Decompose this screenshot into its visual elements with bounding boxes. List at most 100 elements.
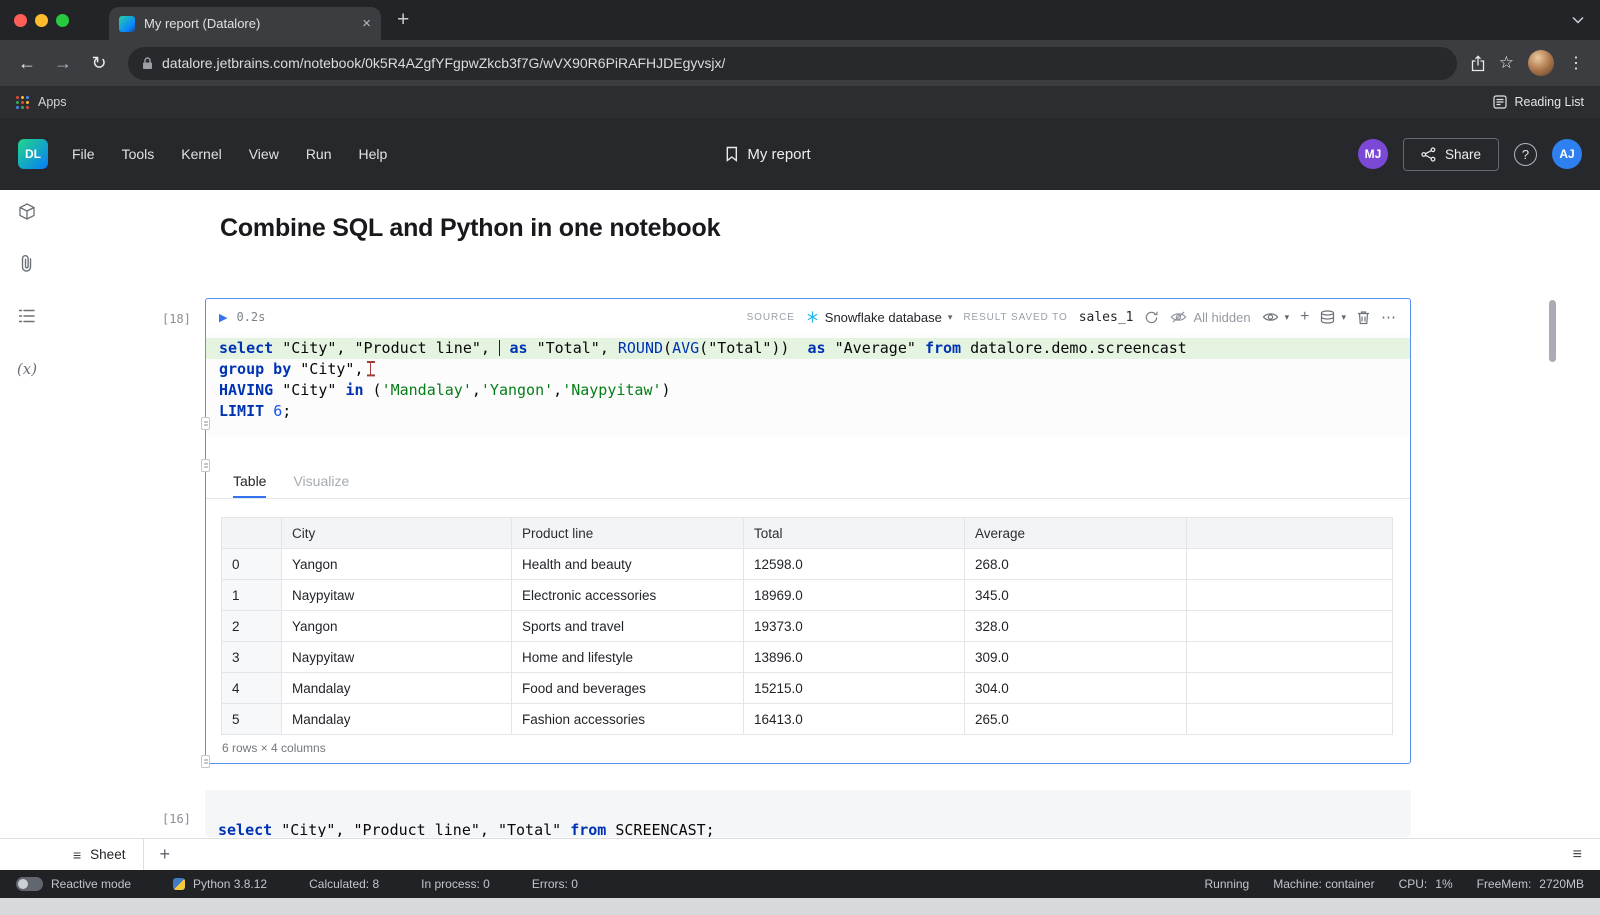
sql-editor[interactable]: select "City", "Product line", as "Total… xyxy=(206,335,1410,436)
row-index-cell: 2 xyxy=(222,611,282,642)
add-sheet-button[interactable]: + xyxy=(159,844,170,865)
minimize-window-button[interactable] xyxy=(35,14,48,27)
errors-count: Errors: 0 xyxy=(532,877,578,891)
reactive-mode-toggle[interactable]: Reactive mode xyxy=(16,877,131,891)
scrollbar-thumb[interactable] xyxy=(1549,300,1556,362)
table-cell: 268.0 xyxy=(965,549,1187,580)
apps-grid-icon[interactable] xyxy=(16,96,29,109)
app-header: DL File Tools Kernel View Run Help My re… xyxy=(0,118,1600,190)
table-cell: 345.0 xyxy=(965,580,1187,611)
address-bar[interactable]: datalore.jetbrains.com/notebook/0k5R4AZg… xyxy=(128,47,1457,80)
code-line[interactable]: select "City", "Product line", as "Total… xyxy=(206,338,1410,359)
menu-view[interactable]: View xyxy=(249,146,279,162)
code-token: "Product line" xyxy=(354,339,480,357)
sql-cell-next[interactable]: select "City", "Product line", "Total" f… xyxy=(205,790,1411,837)
menu-run[interactable]: Run xyxy=(306,146,332,162)
code-token: 'Naypyitaw' xyxy=(562,381,661,399)
all-hidden-toggle[interactable]: All hidden xyxy=(1170,310,1250,325)
code-token: "Total" xyxy=(498,821,561,837)
kernel-info[interactable]: Python 3.8.12 xyxy=(173,877,267,891)
notebook-name: My report xyxy=(747,146,810,163)
code-token: "Total" xyxy=(708,339,771,357)
code-token: SCREENCAST; xyxy=(606,821,714,837)
packages-icon[interactable] xyxy=(17,202,37,227)
code-token: select xyxy=(219,339,273,357)
cell-execution-number: [18] xyxy=(162,312,191,326)
reload-icon[interactable]: ↻ xyxy=(84,48,114,78)
eye-off-icon xyxy=(1170,311,1187,323)
sheets-list-icon[interactable]: ≡ xyxy=(1573,846,1582,864)
more-options-icon[interactable]: ⋯ xyxy=(1381,308,1397,326)
table-cell: Mandalay xyxy=(282,673,512,704)
python-icon xyxy=(173,878,185,890)
column-header xyxy=(1187,518,1393,549)
zoom-window-button[interactable] xyxy=(56,14,69,27)
back-icon[interactable]: ← xyxy=(12,48,42,78)
code-token xyxy=(264,402,273,420)
table-cell: Electronic accessories xyxy=(512,580,744,611)
reading-list-button[interactable]: Reading List xyxy=(1493,95,1585,109)
table-of-contents-icon[interactable] xyxy=(18,308,36,329)
datalore-logo[interactable]: DL xyxy=(18,139,48,169)
refresh-icon[interactable] xyxy=(1144,310,1159,325)
cell-drag-handle[interactable] xyxy=(201,755,210,768)
code-token: , xyxy=(336,339,354,357)
visibility-dropdown[interactable]: ▾ xyxy=(1262,311,1290,323)
source-selector[interactable]: Snowflake database ▾ xyxy=(806,310,953,325)
code-line[interactable]: HAVING "City" in ('Mandalay','Yangon','N… xyxy=(206,380,1410,401)
sheet-tab[interactable]: ≡ Sheet xyxy=(55,839,144,870)
attached-files-icon[interactable] xyxy=(18,254,36,279)
add-cell-icon[interactable]: + xyxy=(1300,308,1309,326)
row-index-cell: 3 xyxy=(222,642,282,673)
result-table-name[interactable]: sales_1 xyxy=(1079,310,1134,325)
eye-icon xyxy=(1262,311,1279,323)
code-token: )) xyxy=(771,339,807,357)
code-token: ROUND xyxy=(618,339,663,357)
tab-visualize[interactable]: Visualize xyxy=(293,465,349,498)
tab-search-chevron-icon[interactable] xyxy=(1572,16,1584,24)
user-avatar-aj[interactable]: AJ xyxy=(1552,139,1582,169)
close-window-button[interactable] xyxy=(14,14,27,27)
code-token xyxy=(826,339,835,357)
profile-avatar[interactable] xyxy=(1528,50,1554,76)
delete-cell-icon[interactable] xyxy=(1357,310,1370,325)
collaborator-avatar-mj[interactable]: MJ xyxy=(1358,139,1388,169)
reactive-mode-label: Reactive mode xyxy=(51,877,131,891)
new-tab-button[interactable]: + xyxy=(397,8,409,32)
menu-help[interactable]: Help xyxy=(359,146,388,162)
browser-menu-icon[interactable]: ⋮ xyxy=(1568,53,1584,73)
table-cell xyxy=(1187,580,1393,611)
bookmark-star-icon[interactable]: ☆ xyxy=(1499,53,1514,73)
code-token: select xyxy=(218,821,272,837)
share-page-icon[interactable] xyxy=(1471,55,1485,72)
tab-table[interactable]: Table xyxy=(233,465,266,498)
menu-file[interactable]: File xyxy=(72,146,95,162)
apps-label[interactable]: Apps xyxy=(38,95,67,109)
code-token: in xyxy=(345,381,363,399)
code-line[interactable]: select "City", "Product line", "Total" f… xyxy=(205,790,1411,837)
code-token: LIMIT xyxy=(219,402,264,420)
code-line[interactable]: group by "City", xyxy=(206,359,1410,380)
row-index-cell: 1 xyxy=(222,580,282,611)
run-cell-icon[interactable]: ▶ xyxy=(219,311,227,324)
table-cell: Fashion accessories xyxy=(512,704,744,735)
cell-drag-handle[interactable] xyxy=(201,459,210,472)
menu-tools[interactable]: Tools xyxy=(122,146,155,162)
cell-drag-handle[interactable] xyxy=(201,417,210,430)
code-token: , xyxy=(480,821,498,837)
browser-tab[interactable]: My report (Datalore) × xyxy=(109,7,381,40)
code-line[interactable]: LIMIT 6; xyxy=(206,401,1410,422)
notebook-title-header[interactable]: My report xyxy=(725,146,810,163)
row-index-cell: 0 xyxy=(222,549,282,580)
share-button[interactable]: Share xyxy=(1403,138,1499,171)
variables-icon[interactable]: (x) xyxy=(17,360,37,378)
all-hidden-label: All hidden xyxy=(1193,310,1250,325)
snowflake-icon xyxy=(806,310,819,324)
sheet-label: Sheet xyxy=(90,847,125,862)
output-options-dropdown[interactable]: ▾ xyxy=(1320,310,1346,324)
forward-icon[interactable]: → xyxy=(48,48,78,78)
tab-close-icon[interactable]: × xyxy=(362,16,371,31)
help-icon[interactable]: ? xyxy=(1514,143,1537,166)
table-cell xyxy=(1187,642,1393,673)
menu-kernel[interactable]: Kernel xyxy=(181,146,221,162)
